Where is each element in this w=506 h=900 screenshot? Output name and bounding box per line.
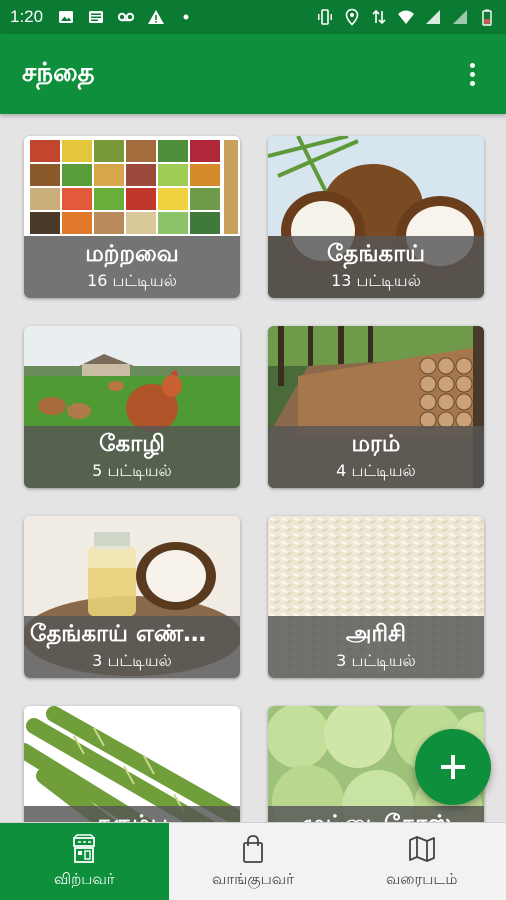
category-title: அரிசி bbox=[345, 621, 407, 647]
category-overlay: மற்றவை 16 பட்டியல் bbox=[24, 236, 240, 298]
status-time: 1:20 bbox=[10, 7, 44, 26]
more-vert-icon[interactable] bbox=[460, 59, 484, 89]
seller-icon bbox=[69, 833, 99, 864]
category-card-coconut[interactable]: தேங்காய் 13 பட்டியல் bbox=[268, 136, 484, 298]
category-card-rice[interactable]: அரிசி 3 பட்டியல் bbox=[268, 516, 484, 678]
category-overlay: அரிசி 3 பட்டியல் bbox=[268, 616, 484, 678]
voicemail-icon bbox=[117, 8, 135, 26]
map-icon bbox=[407, 834, 437, 864]
add-listing-button[interactable] bbox=[415, 729, 491, 805]
nav-label: விற்பவர் bbox=[54, 869, 115, 888]
vibrate-icon bbox=[316, 8, 334, 26]
category-title: முட்டைகோஸ் bbox=[268, 808, 484, 822]
signal-icon bbox=[451, 8, 469, 26]
category-card-sugarcane[interactable]: கரும்பு bbox=[24, 706, 240, 822]
category-overlay: தேங்காய் எண்ணெய் 3 பட்டியல் bbox=[24, 616, 240, 678]
battery-icon bbox=[478, 8, 496, 26]
category-title: தேங்காய் எண்ணெய் bbox=[30, 621, 240, 647]
category-card-coconut-oil[interactable]: தேங்காய் எண்ணெய் 3 பட்டியல் bbox=[24, 516, 240, 678]
nav-buyer[interactable]: வாங்குபவர் bbox=[169, 823, 338, 900]
category-title: கோழி bbox=[99, 431, 165, 457]
category-overlay: மரம் 4 பட்டியல் bbox=[268, 426, 484, 488]
category-count: 3 பட்டியல் bbox=[92, 651, 172, 670]
category-count: 3 பட்டியல் bbox=[336, 651, 416, 670]
category-title: தேங்காய் bbox=[327, 241, 425, 267]
category-count: 5 பட்டியல் bbox=[92, 461, 172, 480]
news-icon bbox=[87, 8, 105, 26]
category-title: கரும்பு bbox=[24, 808, 240, 822]
category-card-wood[interactable]: மரம் 4 பட்டியல் bbox=[268, 326, 484, 488]
location-icon bbox=[343, 8, 361, 26]
warning-icon bbox=[147, 8, 165, 26]
shopping-bag-icon bbox=[238, 834, 268, 864]
category-grid: மற்றவை 16 பட்டியல் தேங்காய் 13 பட்டியல் bbox=[0, 114, 506, 822]
dot-icon bbox=[177, 8, 195, 26]
plus-icon bbox=[441, 755, 465, 779]
data-icon bbox=[370, 8, 388, 26]
category-overlay: கோழி 5 பட்டியல் bbox=[24, 426, 240, 488]
app-bar: சந்தை bbox=[0, 34, 506, 114]
nav-label: வாங்குபவர் bbox=[212, 869, 294, 888]
category-card-others[interactable]: மற்றவை 16 பட்டியல் bbox=[24, 136, 240, 298]
category-count: 4 பட்டியல் bbox=[336, 461, 416, 480]
category-card-chicken[interactable]: கோழி 5 பட்டியல் bbox=[24, 326, 240, 488]
category-overlay: முட்டைகோஸ் bbox=[268, 806, 484, 822]
category-title: மரம் bbox=[351, 431, 401, 457]
wifi-icon bbox=[397, 8, 415, 26]
category-count: 13 பட்டியல் bbox=[331, 271, 421, 290]
nav-seller[interactable]: விற்பவர் bbox=[0, 823, 169, 900]
image-icon bbox=[57, 8, 75, 26]
category-title: மற்றவை bbox=[85, 241, 179, 267]
status-bar: 1:20 bbox=[0, 0, 506, 34]
page-title: சந்தை bbox=[22, 57, 95, 88]
category-image bbox=[24, 706, 240, 822]
category-overlay: தேங்காய் 13 பட்டியல் bbox=[268, 236, 484, 298]
nav-label: வரைபடம் bbox=[385, 869, 458, 888]
bottom-navigation: விற்பவர் வாங்குபவர் வரைபடம் bbox=[0, 822, 506, 900]
category-overlay: கரும்பு bbox=[24, 806, 240, 822]
nav-map[interactable]: வரைபடம் bbox=[337, 823, 506, 900]
category-count: 16 பட்டியல் bbox=[87, 271, 177, 290]
signal-icon bbox=[424, 8, 442, 26]
